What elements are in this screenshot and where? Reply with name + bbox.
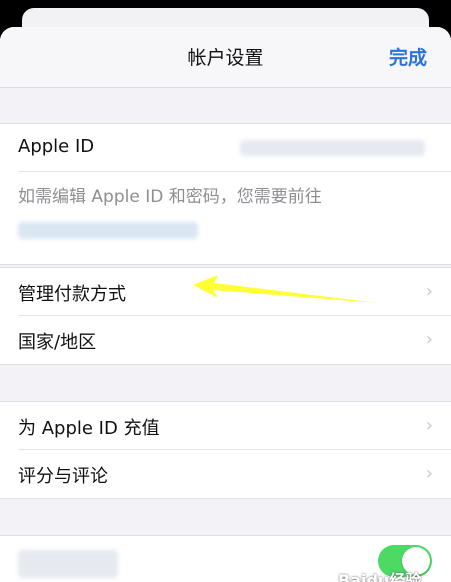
apple-id-row[interactable]: Apple ID	[0, 124, 451, 172]
top-up-label: 为 Apple ID 充值	[18, 418, 160, 439]
nav-bar: 帐户设置 完成	[0, 27, 451, 88]
done-button[interactable]: 完成	[389, 43, 427, 70]
manage-payment-label: 管理付款方式	[18, 284, 126, 305]
country-region-label: 国家/地区	[18, 332, 97, 353]
watermark: Baidu经验	[338, 571, 422, 582]
page-title: 帐户设置	[187, 47, 264, 69]
country-region-row[interactable]: 国家/地区 ›	[0, 316, 451, 364]
ratings-reviews-row[interactable]: 评分与评论 ›	[0, 450, 451, 498]
apple-id-label: Apple ID	[18, 136, 95, 157]
ratings-reviews-label: 评分与评论	[18, 466, 108, 487]
account-settings-sheet: 帐户设置 完成 Apple ID 如需编辑 Apple ID 和密码，您需要前往…	[0, 27, 451, 582]
chevron-right-icon: ›	[425, 329, 433, 350]
blurred-link	[18, 222, 198, 239]
apple-id-note: 如需编辑 Apple ID 和密码，您需要前往	[18, 187, 322, 207]
chevron-right-icon: ›	[425, 415, 433, 436]
blurred-row-label	[18, 550, 118, 578]
blurred-apple-id-value	[240, 140, 425, 156]
apple-id-services-group: 为 Apple ID 充值 › 评分与评论 ›	[0, 401, 451, 499]
payment-group: 管理付款方式 › 国家/地区 ›	[0, 267, 451, 365]
divider	[18, 171, 451, 172]
chevron-right-icon: ›	[425, 463, 433, 484]
top-up-row[interactable]: 为 Apple ID 充值 ›	[0, 402, 451, 450]
chevron-right-icon: ›	[425, 281, 433, 302]
manage-payment-row[interactable]: 管理付款方式 ›	[0, 268, 451, 316]
